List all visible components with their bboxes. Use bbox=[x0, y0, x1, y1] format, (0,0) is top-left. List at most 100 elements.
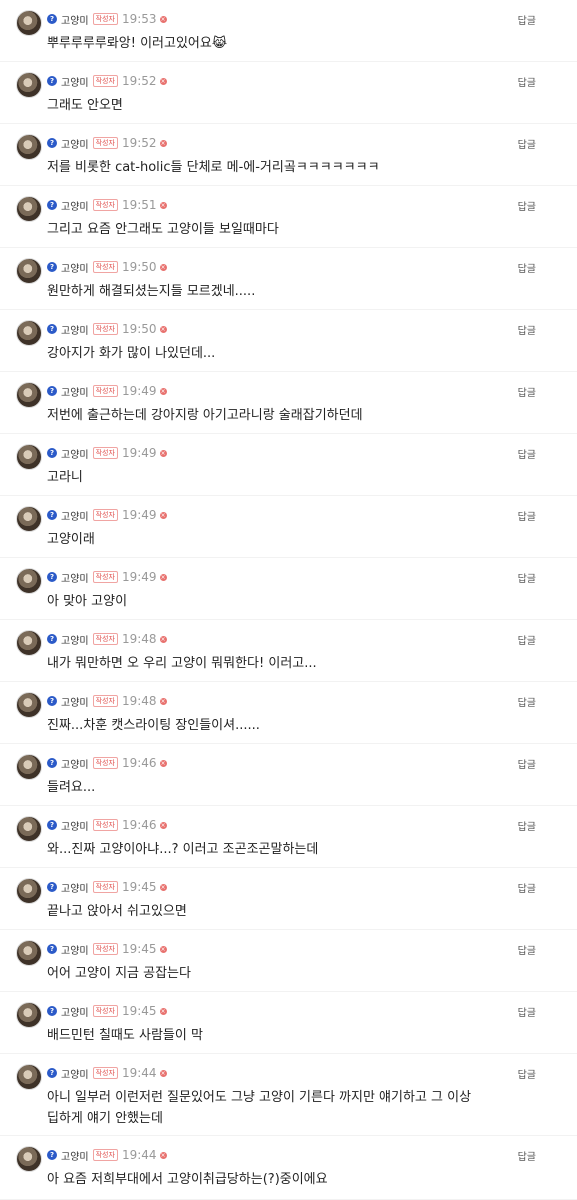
author-nickname[interactable]: 고양미 bbox=[61, 942, 89, 957]
delete-icon[interactable]: × bbox=[159, 201, 167, 209]
avatar[interactable] bbox=[16, 444, 42, 470]
comment-meta: ? 고양미 작성자 19:46 × bbox=[47, 818, 167, 833]
avatar[interactable] bbox=[16, 134, 42, 160]
delete-icon[interactable]: × bbox=[159, 1007, 167, 1015]
avatar[interactable] bbox=[16, 754, 42, 780]
delete-icon[interactable]: × bbox=[159, 945, 167, 953]
reply-button[interactable]: 답글 bbox=[518, 756, 536, 771]
author-nickname[interactable]: 고양미 bbox=[61, 632, 89, 647]
author-nickname[interactable]: 고양미 bbox=[61, 198, 89, 213]
comment-time: 19:49 bbox=[121, 508, 157, 522]
comment-meta: ? 고양미 작성자 19:49 × bbox=[47, 446, 167, 461]
avatar[interactable] bbox=[16, 506, 42, 532]
delete-icon[interactable]: × bbox=[159, 263, 167, 271]
comment-text: 고양이래 bbox=[47, 532, 95, 547]
delete-icon[interactable]: × bbox=[159, 449, 167, 457]
comment-time: 19:48 bbox=[121, 632, 157, 646]
delete-icon[interactable]: × bbox=[159, 1151, 167, 1159]
reply-button[interactable]: 답글 bbox=[518, 694, 536, 709]
reply-button[interactable]: 답글 bbox=[518, 1148, 536, 1163]
avatar[interactable] bbox=[16, 320, 42, 346]
verified-icon: ? bbox=[47, 882, 57, 892]
reply-button[interactable]: 답글 bbox=[518, 1004, 536, 1019]
author-nickname[interactable]: 고양미 bbox=[61, 1066, 89, 1081]
delete-icon[interactable]: × bbox=[159, 139, 167, 147]
verified-icon: ? bbox=[47, 76, 57, 86]
avatar[interactable] bbox=[16, 816, 42, 842]
delete-icon[interactable]: × bbox=[159, 635, 167, 643]
reply-button[interactable]: 답글 bbox=[518, 880, 536, 895]
comment-meta: ? 고양미 작성자 19:48 × bbox=[47, 632, 167, 647]
avatar[interactable] bbox=[16, 1002, 42, 1028]
comment-meta: ? 고양미 작성자 19:50 × bbox=[47, 322, 167, 337]
reply-button[interactable]: 답글 bbox=[518, 74, 536, 89]
comment-meta: ? 고양미 작성자 19:50 × bbox=[47, 260, 167, 275]
avatar[interactable] bbox=[16, 10, 42, 36]
comment-text: 저번에 출근하는데 강아지랑 아기고라니랑 술래잡기하던데 bbox=[47, 408, 363, 423]
author-nickname[interactable]: 고양미 bbox=[61, 446, 89, 461]
author-nickname[interactable]: 고양미 bbox=[61, 508, 89, 523]
reply-button[interactable]: 답글 bbox=[518, 942, 536, 957]
comment-item: ? 고양미 작성자 19:48 × 답글 내가 뭐만하면 오 우리 고양이 뭐뭐한다! 이러… bbox=[0, 620, 577, 682]
author-nickname[interactable]: 고양미 bbox=[61, 694, 89, 709]
comment-item: ? 고양미 작성자 19:46 × 답글 들려요... bbox=[0, 744, 577, 806]
delete-icon[interactable]: × bbox=[159, 697, 167, 705]
comment-text: 끝나고 앉아서 쉬고있으면 bbox=[47, 904, 187, 919]
reply-button[interactable]: 답글 bbox=[518, 818, 536, 833]
delete-icon[interactable]: × bbox=[159, 77, 167, 85]
comment-time: 19:50 bbox=[121, 322, 157, 336]
avatar[interactable] bbox=[16, 1146, 42, 1172]
reply-button[interactable]: 답글 bbox=[518, 384, 536, 399]
comment-item: ? 고양미 작성자 19:49 × 답글 고양이래 bbox=[0, 496, 577, 558]
delete-icon[interactable]: × bbox=[159, 1069, 167, 1077]
avatar[interactable] bbox=[16, 382, 42, 408]
author-nickname[interactable]: 고양미 bbox=[61, 1004, 89, 1019]
reply-button[interactable]: 답글 bbox=[518, 12, 536, 27]
reply-button[interactable]: 답글 bbox=[518, 570, 536, 585]
delete-icon[interactable]: × bbox=[159, 325, 167, 333]
comment-meta: ? 고양미 작성자 19:53 × bbox=[47, 12, 167, 27]
reply-button[interactable]: 답글 bbox=[518, 198, 536, 213]
author-nickname[interactable]: 고양미 bbox=[61, 322, 89, 337]
author-nickname[interactable]: 고양미 bbox=[61, 1148, 89, 1163]
avatar[interactable] bbox=[16, 1064, 42, 1090]
delete-icon[interactable]: × bbox=[159, 759, 167, 767]
comment-time: 19:52 bbox=[121, 74, 157, 88]
reply-button[interactable]: 답글 bbox=[518, 632, 536, 647]
reply-button[interactable]: 답글 bbox=[518, 446, 536, 461]
delete-icon[interactable]: × bbox=[159, 511, 167, 519]
comment-meta: ? 고양미 작성자 19:45 × bbox=[47, 1004, 167, 1019]
author-nickname[interactable]: 고양미 bbox=[61, 570, 89, 585]
author-nickname[interactable]: 고양미 bbox=[61, 384, 89, 399]
avatar[interactable] bbox=[16, 258, 42, 284]
author-nickname[interactable]: 고양미 bbox=[61, 880, 89, 895]
comment-text: 어어 고양이 지금 공잡는다 bbox=[47, 966, 191, 981]
reply-button[interactable]: 답글 bbox=[518, 260, 536, 275]
reply-button[interactable]: 답글 bbox=[518, 322, 536, 337]
reply-button[interactable]: 답글 bbox=[518, 1066, 536, 1081]
reply-button[interactable]: 답글 bbox=[518, 508, 536, 523]
author-nickname[interactable]: 고양미 bbox=[61, 260, 89, 275]
author-nickname[interactable]: 고양미 bbox=[61, 818, 89, 833]
author-nickname[interactable]: 고양미 bbox=[61, 12, 89, 27]
avatar[interactable] bbox=[16, 72, 42, 98]
avatar[interactable] bbox=[16, 630, 42, 656]
author-nickname[interactable]: 고양미 bbox=[61, 74, 89, 89]
author-nickname[interactable]: 고양미 bbox=[61, 136, 89, 151]
avatar[interactable] bbox=[16, 568, 42, 594]
delete-icon[interactable]: × bbox=[159, 15, 167, 23]
writer-badge: 작성자 bbox=[92, 13, 118, 25]
avatar[interactable] bbox=[16, 878, 42, 904]
delete-icon[interactable]: × bbox=[159, 821, 167, 829]
writer-badge: 작성자 bbox=[92, 633, 118, 645]
avatar[interactable] bbox=[16, 940, 42, 966]
delete-icon[interactable]: × bbox=[159, 387, 167, 395]
writer-badge: 작성자 bbox=[92, 571, 118, 583]
reply-button[interactable]: 답글 bbox=[518, 136, 536, 151]
verified-icon: ? bbox=[47, 820, 57, 830]
author-nickname[interactable]: 고양미 bbox=[61, 756, 89, 771]
delete-icon[interactable]: × bbox=[159, 883, 167, 891]
delete-icon[interactable]: × bbox=[159, 573, 167, 581]
avatar[interactable] bbox=[16, 196, 42, 222]
avatar[interactable] bbox=[16, 692, 42, 718]
